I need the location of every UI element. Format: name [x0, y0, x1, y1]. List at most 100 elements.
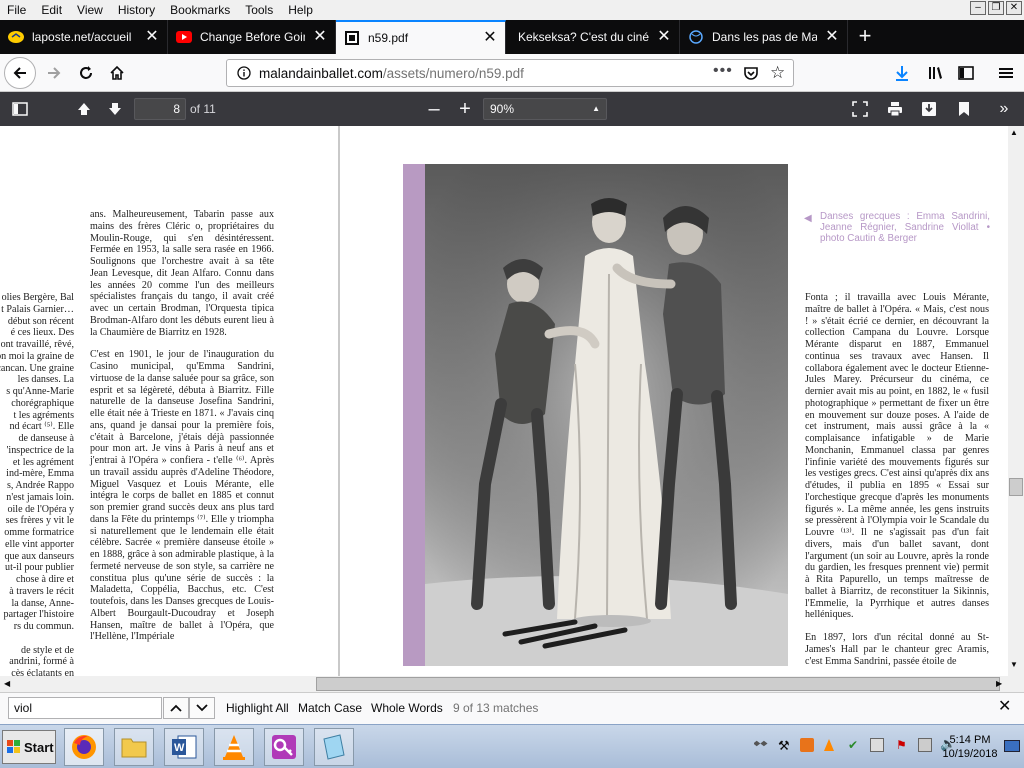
presentation-mode-button[interactable] — [848, 98, 872, 120]
menu-file[interactable]: File — [0, 0, 34, 20]
site-info-icon[interactable] — [233, 62, 255, 84]
horizontal-scrollbar[interactable]: ◀ ▶ — [0, 676, 1024, 692]
vertical-scroll-thumb[interactable] — [1009, 478, 1023, 496]
security-tray-icon[interactable]: ✔ — [848, 738, 858, 752]
caption-pointer-icon: ◀ — [804, 213, 812, 224]
vlc-tray-icon[interactable] — [822, 738, 836, 755]
text-line: les danses. La — [17, 374, 74, 386]
text-line: la danse, Anne- — [11, 597, 74, 609]
find-input[interactable]: viol — [8, 697, 162, 719]
close-window-button[interactable]: ✕ — [1006, 1, 1022, 15]
forward-arrow-icon — [48, 67, 61, 79]
restore-button[interactable]: ❐ — [988, 1, 1004, 15]
open-menu-button[interactable] — [990, 57, 1022, 89]
left-column-text: olies Bergère, Bal t Palais Garnier… début… — [0, 292, 74, 692]
menu-tools[interactable]: Tools — [238, 0, 281, 20]
find-match-count: 9 of 13 matches — [453, 701, 539, 715]
menu-history[interactable]: History — [111, 0, 163, 20]
bookmark-star-icon[interactable]: ☆ — [770, 64, 785, 81]
tab-youtube[interactable]: Change Before Going P ✕ — [168, 20, 336, 54]
svg-text:W: W — [174, 742, 185, 754]
tab-pdf[interactable]: n59.pdf ✕ — [336, 20, 506, 54]
text-line: à travers le récit — [9, 585, 74, 597]
next-page-button[interactable] — [103, 98, 127, 120]
middle-column-text: ans. Malheureusement, Tabarin passe aux … — [90, 209, 274, 654]
notepad-icon — [323, 734, 345, 760]
minimize-button[interactable]: – — [970, 1, 986, 15]
sidebar-toggle-button[interactable] — [950, 57, 982, 89]
whole-words-toggle[interactable]: Whole Words — [371, 697, 443, 719]
tab-mariqu[interactable]: Dans les pas de Mariqu ✕ — [680, 20, 848, 54]
reload-button[interactable] — [70, 57, 102, 89]
display-tray-icon[interactable] — [918, 738, 932, 752]
start-button[interactable]: Start — [2, 730, 56, 764]
tab-kekseksa[interactable]: Kekseksa? C'est du cinéma ✕ — [506, 20, 680, 54]
close-icon[interactable]: ✕ — [657, 29, 671, 45]
save-button[interactable] — [917, 98, 941, 120]
previous-page-button[interactable] — [72, 98, 96, 120]
taskbar-word[interactable]: W — [164, 728, 204, 766]
dropbox-icon[interactable] — [753, 739, 768, 756]
scroll-up-arrow-icon[interactable]: ▲ — [1010, 128, 1018, 137]
clock[interactable]: 5:14 PM 10/19/2018 — [936, 733, 1004, 761]
tools-button[interactable]: » — [992, 98, 1016, 120]
back-button[interactable] — [4, 57, 36, 89]
find-next-button[interactable] — [189, 697, 215, 719]
zoom-in-button[interactable]: + — [453, 98, 477, 120]
menu-help[interactable]: Help — [281, 0, 321, 20]
menu-bookmarks[interactable]: Bookmarks — [163, 0, 238, 20]
flag-tray-icon[interactable]: ⚑ — [896, 738, 907, 752]
page-count: of 11 — [190, 102, 216, 116]
taskbar-firefox[interactable] — [64, 728, 104, 766]
pocket-icon[interactable] — [743, 65, 759, 84]
print-button[interactable] — [883, 98, 907, 120]
menu-edit[interactable]: Edit — [34, 0, 70, 20]
laposte-icon — [8, 29, 24, 45]
page-number-input[interactable]: 8 — [134, 98, 186, 120]
tools-tray-icon[interactable]: ⚒ — [778, 738, 790, 754]
bookmark-view-button[interactable] — [952, 98, 976, 120]
zoom-out-button[interactable]: – — [422, 98, 446, 120]
page-actions-icon[interactable]: ••• — [713, 62, 733, 80]
taskbar-notes[interactable] — [314, 728, 354, 766]
close-icon[interactable]: ✕ — [145, 29, 159, 45]
text-line: t Palais Garnier… — [1, 303, 74, 315]
new-tab-button[interactable]: + — [848, 20, 882, 54]
pdf-sidebar-toggle[interactable] — [8, 98, 32, 120]
close-icon[interactable]: ✕ — [313, 29, 327, 45]
close-icon[interactable]: ✕ — [825, 29, 839, 45]
menu-view[interactable]: View — [70, 0, 111, 20]
find-previous-button[interactable] — [163, 697, 189, 719]
show-desktop-icon[interactable] — [1004, 740, 1020, 752]
app-tray-icon[interactable] — [800, 738, 814, 752]
address-bar[interactable]: malandainballet.com/assets/numero/n59.pd… — [226, 59, 794, 87]
close-find-bar-icon[interactable]: ✕ — [998, 699, 1011, 715]
match-case-toggle[interactable]: Match Case — [298, 697, 362, 719]
taskbar-file-explorer[interactable] — [114, 728, 154, 766]
photo-caption: Danses grecques : Emma Sandrini, Jeanne … — [820, 211, 990, 244]
home-button[interactable] — [101, 57, 133, 89]
text-line: s qu'Anne-Marie — [6, 386, 74, 397]
scroll-down-arrow-icon[interactable]: ▼ — [1010, 660, 1018, 669]
scroll-right-arrow-icon[interactable]: ▶ — [996, 679, 1002, 688]
vertical-scrollbar[interactable]: ▲ ▼ — [1008, 126, 1024, 676]
zoom-select[interactable]: 90% ▲ — [483, 98, 607, 120]
text-line: n'est jamais loin. — [6, 491, 74, 503]
taskbar-vlc[interactable] — [214, 728, 254, 766]
window-controls: – ❐ ✕ — [970, 1, 1022, 15]
home-icon — [110, 65, 124, 80]
minus-icon: – — [428, 97, 440, 120]
scroll-left-arrow-icon[interactable]: ◀ — [4, 679, 10, 688]
close-icon[interactable]: ✕ — [483, 30, 497, 46]
horizontal-scroll-thumb[interactable] — [316, 677, 1000, 691]
forward-button[interactable] — [38, 57, 70, 89]
library-button[interactable] — [920, 57, 952, 89]
key-icon — [272, 735, 296, 759]
text-line: et les agrément — [12, 456, 74, 468]
network-tray-icon[interactable] — [870, 738, 884, 752]
tab-strip: laposte.net/accueil ✕ Change Before Goin… — [0, 20, 1024, 54]
downloads-button[interactable] — [886, 57, 918, 89]
highlight-all-toggle[interactable]: Highlight All — [226, 697, 289, 719]
tab-laposte[interactable]: laposte.net/accueil ✕ — [0, 20, 168, 54]
taskbar-keepass[interactable] — [264, 728, 304, 766]
